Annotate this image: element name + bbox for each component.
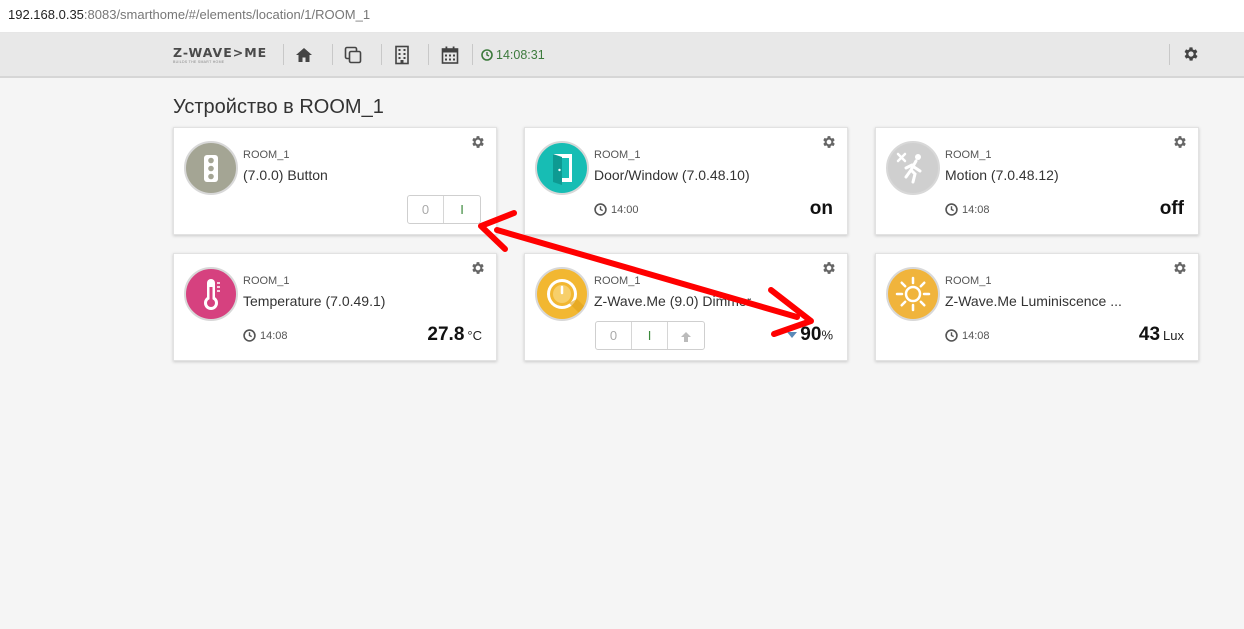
zwave-logo[interactable]: Z-WAVE>ME BUILDS THE SMART HOME	[173, 46, 267, 65]
motion-icon	[886, 141, 940, 195]
level-unit: %	[821, 327, 833, 343]
device-card-dimmer: ROOM_1 Z-Wave.Me (9.0) Dimmer 0 I 90%	[524, 253, 848, 361]
home-icon[interactable]	[294, 45, 314, 65]
update-time-text: 14:08	[962, 330, 990, 342]
url-path: :8083/smarthome/#/elements/location/1/RO…	[83, 7, 371, 22]
url-host: 192.168.0.35	[8, 7, 84, 22]
address-bar[interactable]: 192.168.0.35:8083/smarthome/#/elements/l…	[0, 0, 1244, 33]
clock-icon	[243, 329, 256, 342]
device-name: Motion (7.0.48.12)	[945, 167, 1059, 183]
level-unit: Lux	[1163, 328, 1184, 343]
clock-icon	[481, 49, 493, 61]
device-level: off	[1159, 198, 1184, 219]
device-room: ROOM_1	[594, 275, 641, 287]
top-navbar: Z-WAVE>ME BUILDS THE SMART HOME 14:08:31	[0, 33, 1244, 78]
nav-divider	[283, 44, 284, 65]
device-settings-gear-icon[interactable]	[821, 260, 837, 276]
device-room: ROOM_1	[243, 149, 290, 161]
device-name: Z-Wave.Me (9.0) Dimmer	[594, 293, 752, 309]
dimmer-level[interactable]: 90%	[787, 324, 833, 346]
update-time-text: 14:08	[962, 204, 990, 216]
building-icon[interactable]	[392, 45, 412, 65]
page-title: Устройство в ROOM_1	[173, 96, 384, 118]
update-time-text: 14:08	[260, 330, 288, 342]
device-level: 43 Lux	[1139, 324, 1184, 347]
device-room: ROOM_1	[945, 149, 992, 161]
update-time-text: 14:00	[611, 204, 639, 216]
level-value: 27.8	[427, 324, 465, 345]
device-room: ROOM_1	[945, 275, 992, 287]
nav-divider	[428, 44, 429, 65]
off-button[interactable]: 0	[596, 322, 632, 349]
logo-text: Z-WAVE>ME	[173, 45, 268, 60]
device-name: Z-Wave.Me Luminiscence ...	[945, 293, 1122, 309]
nav-divider	[332, 44, 333, 65]
on-button[interactable]: I	[632, 322, 668, 349]
device-name: (7.0.0) Button	[243, 167, 328, 183]
device-settings-gear-icon[interactable]	[1172, 260, 1188, 276]
caret-down-icon	[787, 332, 798, 338]
gear-icon[interactable]	[1182, 45, 1202, 65]
device-card-temperature: ROOM_1 Temperature (7.0.49.1) 14:08 27.8…	[173, 253, 497, 361]
dimmer-switch: 0 I	[595, 321, 705, 350]
device-level: 27.8 °C	[427, 324, 482, 347]
nav-divider	[1169, 44, 1170, 65]
level-unit: °C	[467, 328, 482, 343]
server-time-text: 14:08:31	[496, 48, 545, 62]
device-settings-gear-icon[interactable]	[821, 134, 837, 150]
device-settings-gear-icon[interactable]	[1172, 134, 1188, 150]
device-settings-gear-icon[interactable]	[470, 134, 486, 150]
device-name: Door/Window (7.0.48.10)	[594, 167, 750, 183]
device-level: on	[809, 198, 833, 219]
door-icon	[535, 141, 589, 195]
nav-divider	[381, 44, 382, 65]
device-card-motion: ROOM_1 Motion (7.0.48.12) 14:08 off	[875, 127, 1199, 235]
arrow-up-icon	[681, 331, 691, 342]
device-room: ROOM_1	[594, 149, 641, 161]
dimmer-icon	[535, 267, 589, 321]
clock-icon	[945, 203, 958, 216]
copy-icon[interactable]	[343, 45, 363, 65]
level-value: 90	[800, 324, 822, 345]
on-off-switch: 0 I	[407, 195, 481, 224]
thermometer-icon	[184, 267, 238, 321]
device-room: ROOM_1	[243, 275, 290, 287]
clock-icon	[594, 203, 607, 216]
device-name: Temperature (7.0.49.1)	[243, 293, 386, 309]
logo-tagline: BUILDS THE SMART HOME	[173, 60, 225, 64]
on-button[interactable]: I	[444, 196, 480, 223]
level-value: 43	[1138, 324, 1161, 345]
traffic-light-icon	[184, 141, 238, 195]
device-card-button: ROOM_1 (7.0.0) Button 0 I	[173, 127, 497, 235]
calendar-icon[interactable]	[440, 45, 460, 65]
device-settings-gear-icon[interactable]	[470, 260, 486, 276]
level-up-button[interactable]	[668, 322, 704, 349]
nav-divider	[472, 44, 473, 65]
off-button[interactable]: 0	[408, 196, 444, 223]
device-card-door-window: ROOM_1 Door/Window (7.0.48.10) 14:00 on	[524, 127, 848, 235]
device-card-luminiscence: ROOM_1 Z-Wave.Me Luminiscence ... 14:08 …	[875, 253, 1199, 361]
clock-icon	[945, 329, 958, 342]
sun-icon	[886, 267, 940, 321]
url-text[interactable]: 192.168.0.35:8083/smarthome/#/elements/l…	[8, 7, 370, 23]
